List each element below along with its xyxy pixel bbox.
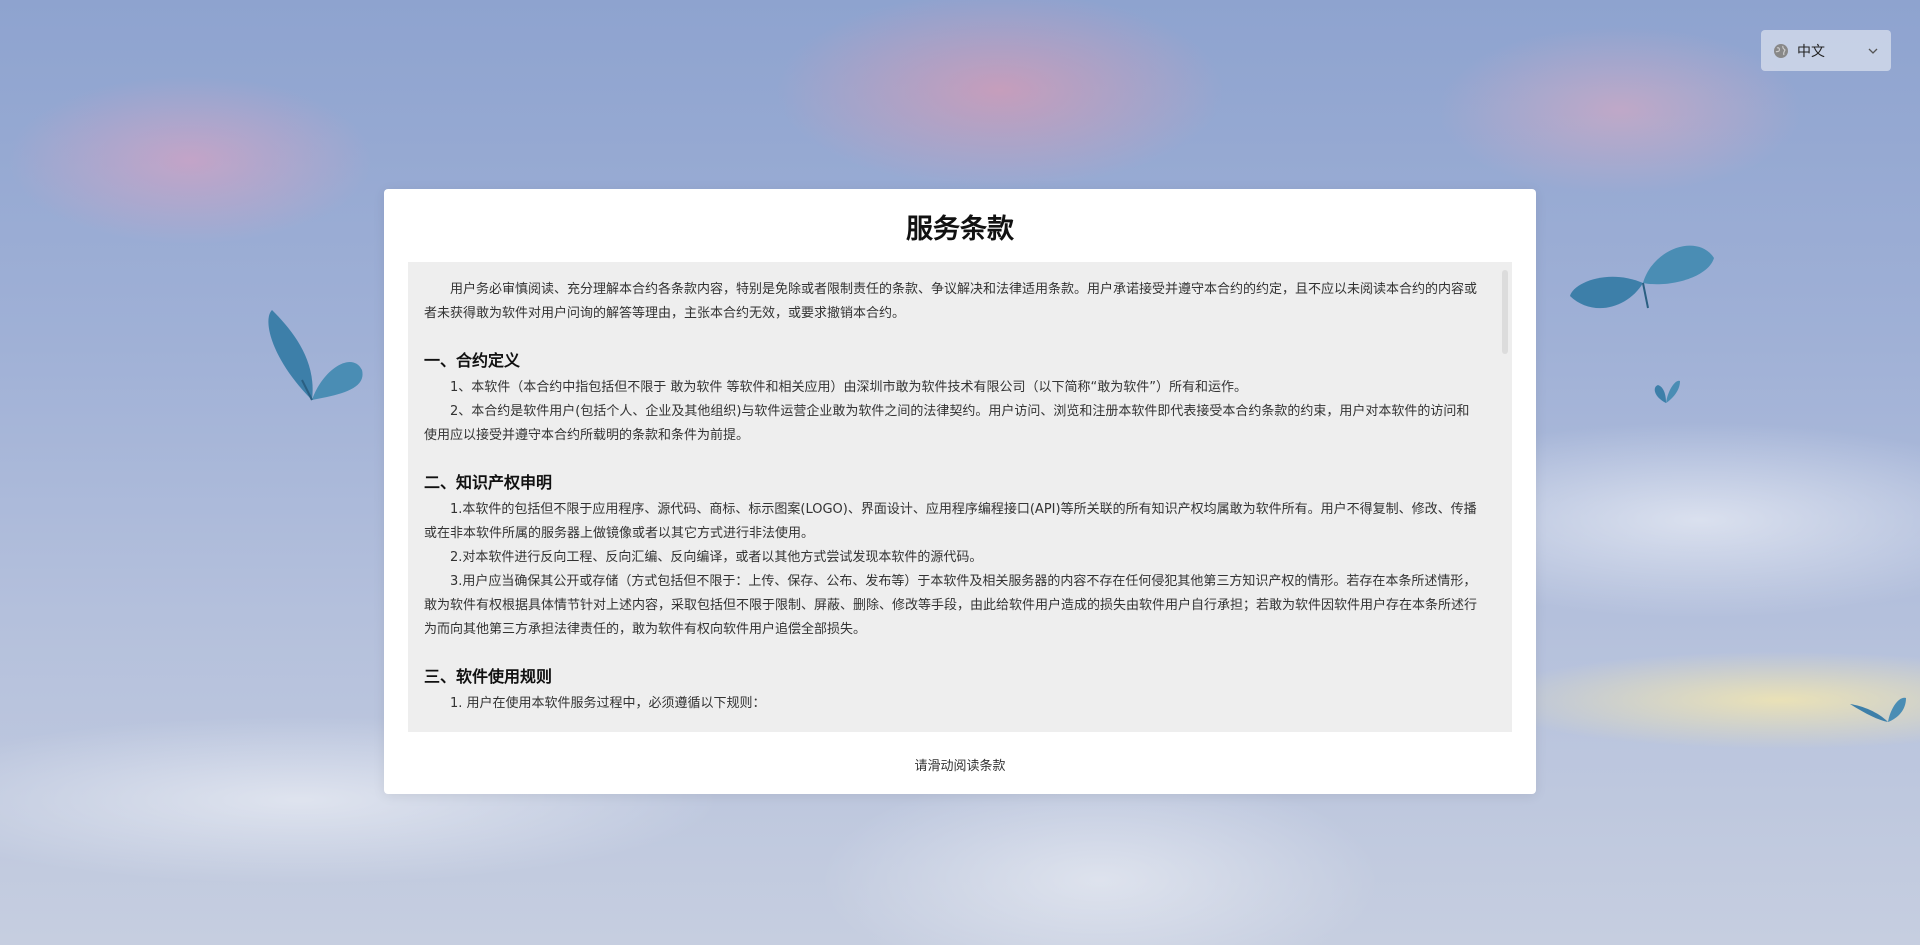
scroll-hint: 请滑动阅读条款 xyxy=(914,759,1006,774)
terms-dialog: 服务条款 用户务必审慎阅读、充分理解本合约各条款内容，特别是免除或者限制责任的条… xyxy=(384,189,1536,794)
section-paragraph: 1. 用户在使用本软件服务过程中，必须遵循以下规则： xyxy=(450,696,766,711)
section-paragraph: 3.用户应当确保其公开或存储（方式包括但不限于：上传、保存、公布、发布等）于本软… xyxy=(424,574,1478,637)
language-selected-label: 中文 xyxy=(1797,43,1825,60)
language-select[interactable]: 中文 xyxy=(1761,30,1891,71)
section-paragraph: 1.本软件的包括但不限于应用程序、源代码、商标、标示图案(LOGO)、界面设计、… xyxy=(424,502,1477,541)
dialog-title: 服务条款 xyxy=(906,214,1014,245)
butterfly-icon xyxy=(1570,245,1714,309)
globe-icon xyxy=(1774,43,1788,58)
section-heading: 三、软件使用规则 xyxy=(424,667,553,686)
section-paragraph: 2.对本软件进行反向工程、反向汇编、反向编译，或者以其他方式尝试发现本软件的源代… xyxy=(450,550,983,565)
butterfly-icon xyxy=(1654,380,1680,403)
terms-scroll-area[interactable]: 用户务必审慎阅读、充分理解本合约各条款内容，特别是免除或者限制责任的条款、争议解… xyxy=(408,262,1500,732)
butterfly-icon xyxy=(1850,697,1906,722)
butterfly-icon xyxy=(268,310,363,401)
terms-content-panel[interactable]: 用户务必审慎阅读、充分理解本合约各条款内容，特别是免除或者限制责任的条款、争议解… xyxy=(408,262,1512,732)
terms-intro: 用户务必审慎阅读、充分理解本合约各条款内容，特别是免除或者限制责任的条款、争议解… xyxy=(424,282,1478,321)
section-heading: 一、合约定义 xyxy=(424,351,521,370)
section-paragraph: 1、本软件（本合约中指包括但不限于 敢为软件 等软件和相关应用）由深圳市敢为软件… xyxy=(450,380,1248,395)
section-paragraph: 2、本合约是软件用户(包括个人、企业及其他组织)与软件运营企业敢为软件之间的法律… xyxy=(424,404,1470,443)
terms-scrollbar-thumb[interactable] xyxy=(1502,270,1508,354)
chevron-down-icon xyxy=(1868,48,1878,54)
section-heading: 二、知识产权申明 xyxy=(424,473,553,492)
